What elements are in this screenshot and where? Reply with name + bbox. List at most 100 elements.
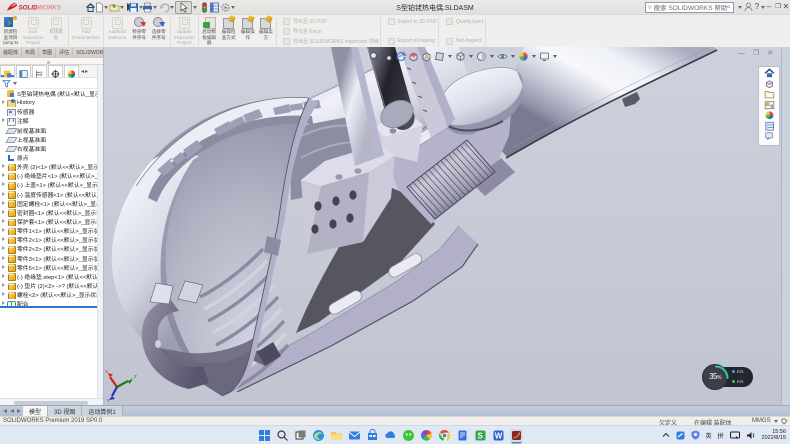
select-caret[interactable] [193, 6, 197, 9]
options-gear-icon[interactable] [220, 2, 231, 13]
appearances-icon[interactable] [763, 110, 776, 121]
onedrive-tray-icon[interactable] [676, 431, 685, 440]
ribbon-button[interactable]: 新建检 查项目 (amp;N [0, 15, 21, 48]
section-view-icon[interactable] [408, 51, 419, 62]
file-properties-icon[interactable] [209, 2, 220, 13]
tree-item[interactable]: 零件5<1> (默认<<默认>_显示状态 [0, 263, 97, 272]
tree-filter[interactable] [0, 78, 103, 89]
ribbon-export-item[interactable]: 导出至 Excel [277, 27, 379, 36]
search-scope-icon[interactable]: ? [648, 3, 652, 11]
next-tab-icon[interactable] [16, 409, 21, 414]
ribbon-button[interactable]: Add/Edit Balloons [105, 15, 130, 48]
tree-item[interactable]: 右视基准面 [0, 144, 97, 153]
panel-vertical-scrollbar[interactable] [97, 65, 103, 398]
chrome-icon[interactable] [438, 429, 451, 442]
command-tab[interactable]: 布局 [22, 47, 39, 58]
hide-show-caret[interactable] [511, 55, 515, 58]
tree-item[interactable]: 零件2<1> (默认<<默认>_显示状态 [0, 235, 97, 244]
undo-caret[interactable] [170, 6, 174, 9]
start-icon[interactable] [258, 429, 271, 442]
mail-icon[interactable] [348, 429, 361, 442]
options-caret[interactable] [231, 6, 235, 9]
display-style-icon[interactable] [476, 51, 487, 62]
tree-item[interactable]: 保护套<1> (默认<<默认>_显示状态 [0, 217, 97, 226]
rollback-bar[interactable] [0, 306, 97, 308]
doc-close-icon[interactable]: ✕ [767, 50, 773, 58]
ribbon-button[interactable]: 启动模 板编辑 器 [200, 15, 219, 48]
ribbon-button[interactable]: 编辑卖 方 [257, 15, 275, 48]
ribbon-export-item[interactable]: 导出至 SOLIDWORKS Inspection 项目 [277, 37, 379, 46]
ribbon-button[interactable]: Update Inspection Project [172, 15, 197, 48]
annotation-views-icon[interactable]: A [421, 51, 432, 62]
display-style-caret[interactable] [490, 55, 494, 58]
tree-item[interactable]: (-) 垫片 (2)<2> ->? (默认<<默认> [0, 281, 97, 290]
panel-tabs-next-icon[interactable]: ▸ [85, 68, 88, 75]
tree-item[interactable]: 外壳 (2)<1> (默认<<默认>_显示状 [0, 162, 97, 171]
search-caret[interactable] [738, 6, 742, 9]
select-cursor-icon[interactable] [178, 2, 189, 13]
tree-item[interactable]: 注解 [0, 116, 97, 125]
configuration-tab[interactable] [32, 65, 47, 77]
view-selector-icon[interactable] [434, 51, 445, 62]
filter-caret[interactable] [13, 82, 17, 85]
displaymanager-tab[interactable] [64, 65, 79, 77]
previous-view-icon[interactable] [395, 51, 406, 62]
solidworks-app-icon[interactable] [510, 429, 523, 442]
save-icon[interactable] [128, 2, 139, 13]
view-settings-caret[interactable] [553, 55, 557, 58]
forum-icon[interactable] [763, 131, 776, 142]
command-tab[interactable]: 评估 [56, 47, 73, 58]
ime-language[interactable]: 英 [706, 431, 712, 440]
search-input[interactable]: ? 搜索 SOLIDWORKS 帮助 [645, 2, 734, 13]
dimxpert-tab[interactable] [48, 65, 63, 77]
ribbon-button[interactable]: 编辑检 查方式 [219, 15, 239, 48]
onedrive-icon[interactable] [384, 429, 397, 442]
prev-tab-icon[interactable] [9, 409, 14, 414]
search-icon[interactable] [727, 3, 731, 11]
close-button[interactable]: ✕ [781, 2, 790, 12]
open-icon[interactable] [109, 2, 120, 13]
chevron-up-icon[interactable] [662, 432, 670, 438]
photos-icon[interactable] [420, 429, 433, 442]
task-pane-strip[interactable] [781, 47, 790, 405]
hide-show-items-icon[interactable] [497, 51, 508, 62]
home-icon[interactable] [763, 68, 776, 79]
model-tab[interactable]: 模型 [23, 406, 48, 416]
tree-item[interactable]: 固定螺栓<1> (默认<<默认>_显示状 [0, 199, 97, 208]
file-explorer-icon[interactable] [330, 429, 343, 442]
view-orientation-icon[interactable] [455, 51, 466, 62]
ribbon-button[interactable]: Edit Inspection Project [21, 15, 45, 48]
doc-minimize-icon[interactable]: — [738, 50, 745, 58]
command-tab[interactable]: 装配体 [0, 47, 22, 58]
tree-item[interactable]: 前视基准面 [0, 126, 97, 135]
zoom-area-icon[interactable] [382, 51, 393, 62]
tree-item[interactable]: 原点 [0, 153, 97, 162]
ribbon-export-item[interactable]: 导出至 2D PDF [277, 17, 379, 26]
doc-restore-icon[interactable]: ❐ [753, 50, 759, 58]
panel-tabs-prev-icon[interactable]: ◂ [81, 68, 84, 75]
print-caret[interactable] [153, 6, 157, 9]
panel-horizontal-scrollbar[interactable] [0, 398, 103, 405]
tree-item[interactable]: (-) 绝缘垫.step<1> (默认<<默认> [0, 272, 97, 281]
display-icon[interactable] [730, 431, 740, 440]
view-orientation-caret[interactable] [469, 55, 473, 58]
design-library-icon[interactable] [763, 79, 776, 90]
security-shield-icon[interactable] [691, 430, 700, 440]
propertymanager-tab[interactable] [16, 65, 31, 77]
featuremanager-tab[interactable] [0, 65, 15, 77]
edge-icon[interactable] [312, 429, 325, 442]
task-view-icon[interactable] [294, 429, 307, 442]
model-tab[interactable]: 运动算例1 [82, 406, 122, 416]
ribbon-button[interactable]: 移除零 件序号 [130, 15, 149, 48]
performance-overlay-widget[interactable]: K/s K/s 35% [702, 364, 754, 390]
tree-item[interactable]: History [0, 98, 97, 107]
wechat-icon[interactable] [402, 429, 415, 442]
hscroll-thumb[interactable] [14, 401, 88, 405]
tree-item[interactable]: (-) 上盖<1> (默认<<默认>_显示状 [0, 180, 97, 189]
graphics-viewport[interactable]: A — ❐ ✕ X [103, 47, 790, 405]
reader-icon[interactable] [456, 429, 469, 442]
ribbon-button[interactable]: 新建模 板 [45, 15, 67, 48]
tree-item[interactable]: 传感器 [0, 107, 97, 116]
model-tab[interactable]: 3D 视图 [48, 406, 82, 416]
tree-item[interactable]: 零件3<1> (默认<<默认>_显示状态 [0, 254, 97, 263]
